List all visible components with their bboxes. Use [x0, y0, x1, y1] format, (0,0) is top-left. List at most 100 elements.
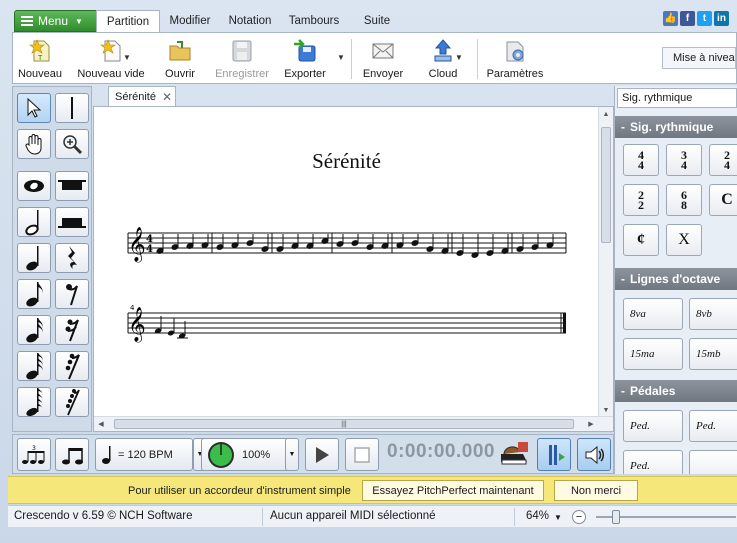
octave-15ma-button[interactable]: 15ma — [623, 338, 683, 370]
linkedin-icon[interactable]: in — [714, 11, 729, 26]
time-sig-2-4[interactable]: 24 — [709, 144, 737, 176]
like-icon[interactable]: 👍 — [663, 11, 678, 26]
tab-notation[interactable]: Notation — [222, 10, 278, 32]
sixty-fourth-rest-button[interactable] — [55, 387, 89, 417]
chevron-down-icon[interactable]: ▼ — [337, 53, 345, 62]
pedal-button-2[interactable]: Ped. — [689, 410, 737, 442]
play-button[interactable] — [305, 438, 339, 471]
instrument-button[interactable] — [497, 438, 533, 471]
upgrade-button[interactable]: Mise à niveau — [662, 47, 736, 69]
select-arrow-tool[interactable] — [17, 93, 51, 123]
save-button[interactable]: Enregistrer — [213, 35, 271, 83]
separator — [351, 39, 352, 79]
vertical-scrollbar[interactable]: ▲ ▼ — [598, 107, 613, 417]
menu-button[interactable]: Menu ▼ — [14, 10, 100, 32]
tuplet-button[interactable]: 3 — [17, 438, 51, 471]
eighth-rest-icon — [66, 284, 78, 306]
eighth-note-button[interactable] — [17, 279, 51, 309]
arrow-cursor-icon — [27, 98, 42, 118]
open-label: Ouvrir — [165, 68, 195, 80]
new-document-icon: T — [29, 39, 50, 62]
staff-2[interactable]: 4 𝄞 — [124, 299, 574, 349]
scroll-thumb[interactable]: ||| — [114, 419, 574, 429]
scroll-left-icon[interactable]: ◀ — [94, 417, 108, 431]
zoom-out-button[interactable]: − — [572, 510, 586, 524]
half-note-button[interactable] — [17, 207, 51, 237]
score-title[interactable]: Sérénité — [94, 149, 599, 174]
quarter-note-button[interactable] — [17, 243, 51, 273]
symbols-category-dropdown[interactable]: Sig. rythmique — [617, 88, 737, 108]
sixteenth-rest-button[interactable] — [55, 315, 89, 345]
send-button[interactable]: Envoyer — [359, 35, 407, 83]
time-sig-6-8[interactable]: 68 — [666, 184, 702, 216]
octave-15mb-button[interactable]: 15mb — [689, 338, 737, 370]
metronome-button[interactable] — [537, 438, 571, 471]
treble-clef-icon: 𝄞 — [128, 307, 146, 343]
time-sig-common[interactable]: C — [709, 184, 737, 216]
hand-tool[interactable] — [17, 129, 51, 159]
try-pitchperfect-button[interactable]: Essayez PitchPerfect maintenant — [362, 480, 544, 501]
pedal-button-3[interactable]: Ped. — [623, 450, 683, 474]
settings-button[interactable]: Paramètres — [483, 35, 547, 83]
thirty-second-note-button[interactable] — [17, 351, 51, 381]
open-button[interactable]: Ouvrir — [159, 35, 201, 83]
half-rest-button[interactable] — [55, 207, 89, 237]
sixteenth-note-icon — [26, 318, 43, 343]
pedal-button-1[interactable]: Ped. — [623, 410, 683, 442]
pedal-button-4[interactable] — [689, 450, 737, 474]
scroll-thumb[interactable] — [601, 127, 611, 243]
scroll-down-icon[interactable]: ▼ — [599, 403, 613, 417]
chevron-down-icon[interactable]: ▼ — [123, 53, 131, 62]
export-label: Exporter — [284, 68, 326, 80]
time-sig-4-4[interactable]: 44 — [623, 144, 659, 176]
sixty-fourth-note-button[interactable] — [17, 387, 51, 417]
section-header-octave-lines[interactable]: - Lignes d'octave — [615, 268, 737, 290]
sixteenth-note-button[interactable] — [17, 315, 51, 345]
staff-1[interactable]: 𝄞 4 4 — [124, 219, 574, 269]
collapse-icon: - — [621, 120, 625, 134]
section-header-pedals[interactable]: - Pédales — [615, 380, 737, 402]
scroll-up-icon[interactable]: ▲ — [599, 107, 613, 121]
zoom-tool[interactable] — [55, 129, 89, 159]
sound-button[interactable] — [577, 438, 611, 471]
horizontal-scrollbar[interactable]: ◀ ||| ▶ — [94, 416, 613, 431]
time-sig-cut[interactable]: ¢ — [623, 224, 659, 256]
tab-modifier[interactable]: Modifier — [164, 10, 216, 32]
quarter-rest-button[interactable] — [55, 243, 89, 273]
speed-dropdown[interactable]: ▼ — [285, 438, 299, 471]
tab-partition[interactable]: Partition — [96, 10, 160, 32]
new-blank-button[interactable]: Nouveau vide — [77, 35, 145, 83]
treble-clef-icon: 𝄞 — [128, 227, 146, 263]
scroll-right-icon[interactable]: ▶ — [584, 417, 598, 431]
eighth-rest-button[interactable] — [55, 279, 89, 309]
chevron-down-icon[interactable]: ▼ — [554, 513, 562, 522]
time-sig-3-4[interactable]: 34 — [666, 144, 702, 176]
facebook-icon[interactable]: f — [680, 11, 695, 26]
new-button[interactable]: T Nouveau — [17, 35, 63, 83]
zoom-slider-thumb[interactable] — [612, 510, 620, 524]
export-button[interactable]: Exporter — [281, 35, 329, 83]
no-thanks-button[interactable]: Non merci — [554, 480, 638, 501]
octave-8va-button[interactable]: 8va — [623, 298, 683, 330]
speed-control[interactable]: 100% — [201, 438, 291, 471]
twitter-icon[interactable]: t — [697, 11, 712, 26]
section-header-time-signature[interactable]: - Sig. rythmique — [615, 116, 737, 138]
tab-tambours[interactable]: Tambours — [284, 10, 344, 32]
symbols-panel: Sig. rythmique - Sig. rythmique 44 34 24… — [614, 86, 737, 474]
thirty-second-rest-button[interactable] — [55, 351, 89, 381]
time-sig-2-2[interactable]: 22 — [623, 184, 659, 216]
close-icon[interactable]: ✕ — [162, 90, 172, 104]
whole-note-button[interactable] — [17, 171, 51, 201]
cursor-line-tool[interactable] — [55, 93, 89, 123]
whole-rest-button[interactable] — [55, 171, 89, 201]
score-canvas[interactable]: Sérénité 𝄞 4 4 4 𝄞 ▲ ▼ ◀ ||| ▶ — [93, 106, 614, 432]
tempo-control[interactable]: = 120 BPM — [95, 438, 193, 471]
octave-8vb-button[interactable]: 8vb — [689, 298, 737, 330]
beam-notes-button[interactable] — [55, 438, 89, 471]
play-icon — [316, 446, 329, 463]
document-tab[interactable]: Sérénité ✕ — [108, 86, 176, 106]
chevron-down-icon[interactable]: ▼ — [455, 53, 463, 62]
stop-button[interactable] — [345, 438, 379, 471]
time-sig-none[interactable]: X — [666, 224, 702, 256]
tab-suite[interactable]: Suite — [352, 10, 402, 32]
